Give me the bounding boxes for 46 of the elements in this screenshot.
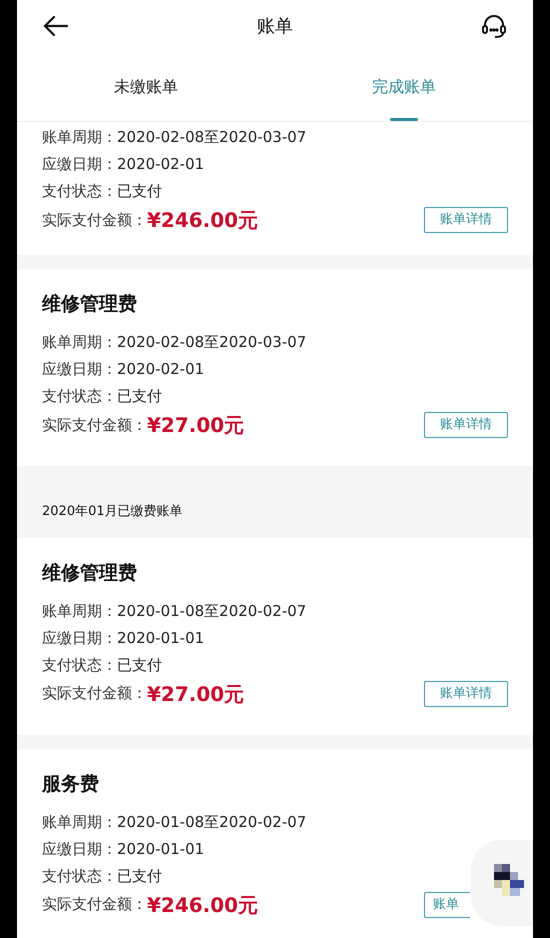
bill-details-button[interactable]: 账单 bbox=[424, 892, 470, 918]
field-label: 应缴日期： bbox=[42, 359, 117, 380]
field-value: 2020-02-08至2020-03-07 bbox=[117, 332, 306, 354]
field-label: 支付状态： bbox=[42, 181, 117, 202]
field-label: 应缴日期： bbox=[42, 838, 117, 860]
field-label: 应缴日期： bbox=[42, 628, 117, 649]
bill-details-button[interactable]: 账单详情 bbox=[424, 680, 508, 706]
field-label: 应缴日期： bbox=[42, 154, 117, 176]
field-label: 实际支付金额： bbox=[42, 210, 147, 231]
amount-value: ¥246.00元 bbox=[147, 892, 258, 918]
field-label: 支付状态： bbox=[42, 654, 117, 676]
tab[interactable]: 完成账单 bbox=[275, 52, 533, 121]
bill-title: 服务费 bbox=[42, 772, 100, 796]
field-value: 2020-01-08至2020-02-07 bbox=[117, 600, 306, 622]
field-value: 2020-01-01 bbox=[117, 628, 204, 649]
bill-details-button[interactable]: 账单详情 bbox=[424, 412, 508, 438]
field-label: 支付状态： bbox=[42, 386, 117, 408]
amount-value: ¥27.00元 bbox=[147, 412, 244, 439]
field-label: 实际支付金额： bbox=[42, 683, 147, 704]
field-value: 2020-02-01 bbox=[117, 154, 204, 176]
bill-title: 维修管理费 bbox=[42, 292, 138, 317]
field-label: 实际支付金额： bbox=[42, 414, 147, 436]
tab[interactable]: 未缴账单 bbox=[17, 52, 275, 121]
amount-value: ¥246.00元 bbox=[147, 207, 258, 234]
field-value: 2020-01-01 bbox=[117, 838, 204, 860]
field-value: 已支付 bbox=[117, 181, 162, 202]
field-value: 2020-02-08至2020-03-07 bbox=[117, 127, 306, 148]
floating-avatar[interactable] bbox=[471, 840, 533, 926]
field-value: 已支付 bbox=[117, 654, 162, 676]
field-value: 已支付 bbox=[117, 866, 162, 887]
field-value: 2020-01-08至2020-02-07 bbox=[117, 812, 306, 833]
field-label: 账单周期： bbox=[42, 812, 117, 833]
page-title: 账单 bbox=[257, 14, 293, 38]
back-arrow-icon[interactable] bbox=[43, 15, 69, 37]
field-label: 账单周期： bbox=[42, 600, 117, 622]
amount-value: ¥27.00元 bbox=[147, 680, 244, 708]
month-heading: 2020年01月已缴费账单 bbox=[41, 503, 184, 521]
bill-details-button[interactable]: 账单详情 bbox=[424, 207, 508, 233]
headset-icon[interactable] bbox=[481, 13, 507, 39]
field-value: 2020-02-01 bbox=[117, 359, 204, 380]
field-label: 实际支付金额： bbox=[42, 894, 147, 916]
field-label: 账单周期： bbox=[42, 127, 117, 148]
bill-title: 维修管理费 bbox=[42, 560, 138, 586]
field-label: 账单周期： bbox=[42, 332, 117, 354]
field-value: 已支付 bbox=[117, 386, 162, 408]
field-label: 支付状态： bbox=[42, 866, 117, 887]
